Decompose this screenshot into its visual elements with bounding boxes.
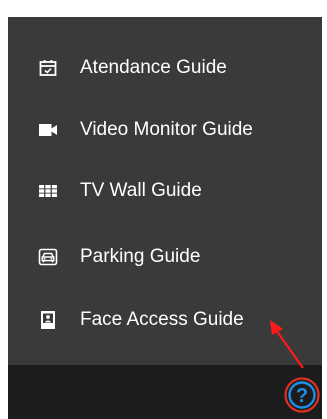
help-button[interactable]: ? xyxy=(284,377,320,413)
calendar-check-icon xyxy=(38,58,58,78)
guide-menu: Atendance Guide Video Monitor Guide TV W… xyxy=(8,17,322,365)
menu-item-label: Face Access Guide xyxy=(80,309,244,330)
menu-item-label: Atendance Guide xyxy=(80,57,227,78)
menu-item-video-monitor-guide[interactable]: Video Monitor Guide xyxy=(8,110,322,150)
video-camera-icon xyxy=(38,120,58,140)
car-icon xyxy=(38,247,58,267)
tv-wall-grid-icon xyxy=(38,181,58,201)
menu-item-label: Parking Guide xyxy=(80,246,201,267)
guide-popup-screenshot: Atendance Guide Video Monitor Guide TV W… xyxy=(0,0,327,419)
help-icon: ? xyxy=(284,377,320,413)
menu-item-face-access-guide[interactable]: Face Access Guide xyxy=(8,300,322,340)
menu-item-label: TV Wall Guide xyxy=(80,180,202,201)
menu-item-tv-wall-guide[interactable]: TV Wall Guide xyxy=(8,171,322,211)
menu-item-parking-guide[interactable]: Parking Guide xyxy=(8,237,322,277)
help-glyph: ? xyxy=(296,385,308,407)
menu-item-label: Video Monitor Guide xyxy=(80,119,253,140)
face-access-icon xyxy=(38,310,58,330)
menu-item-attendance-guide[interactable]: Atendance Guide xyxy=(8,48,322,88)
bottom-toolbar xyxy=(8,365,322,419)
